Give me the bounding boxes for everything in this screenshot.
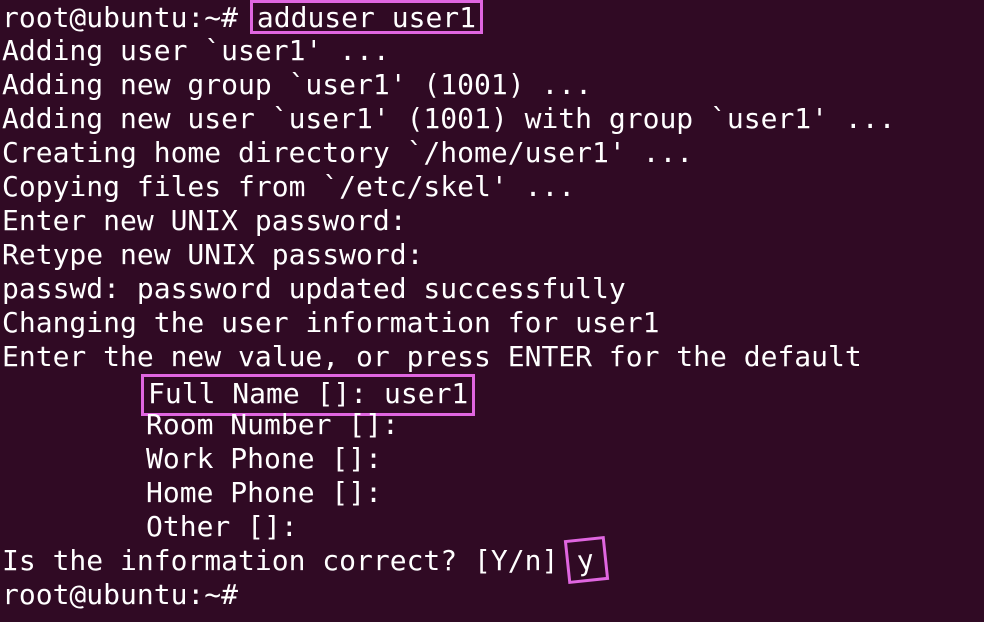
shell-prompt: root@ubuntu:~#: [2, 1, 255, 34]
output-line: Copying files from `/etc/skel' ...: [2, 170, 576, 203]
output-line: Retype new UNIX password:: [2, 238, 424, 271]
work-phone-line: Work Phone []:: [146, 442, 383, 475]
output-line: Enter new UNIX password:: [2, 204, 407, 237]
final-prompt-line[interactable]: root@ubuntu:~#: [2, 578, 984, 612]
highlighted-command: adduser user1: [249, 0, 484, 34]
output-line: Adding new group `user1' (1001) ...: [2, 68, 593, 101]
confirm-line: Is the information correct? [Y/n] y: [2, 535, 984, 585]
output-line: Adding user `user1' ...: [2, 34, 390, 67]
output-line: passwd: password updated successfully: [2, 272, 626, 305]
highlighted-confirm-answer: y: [564, 535, 610, 585]
confirm-question: Is the information correct? [Y/n]: [2, 544, 559, 577]
full-name-line: Full Name []: user1: [2, 374, 984, 416]
home-phone-line: Home Phone []:: [146, 476, 383, 509]
terminal-window[interactable]: root@ubuntu:~# adduser user1 Adding user…: [0, 0, 984, 622]
room-number-line: Room Number []:: [146, 408, 399, 441]
output-line: Adding new user `user1' (1001) with grou…: [2, 102, 896, 135]
command-line: root@ubuntu:~# adduser user1: [2, 0, 984, 34]
other-line: Other []:: [146, 510, 298, 543]
output-line: Changing the user information for user1: [2, 306, 660, 339]
output-line: Enter the new value, or press ENTER for …: [2, 340, 862, 373]
output-line: Creating home directory `/home/user1' ..…: [2, 136, 694, 169]
